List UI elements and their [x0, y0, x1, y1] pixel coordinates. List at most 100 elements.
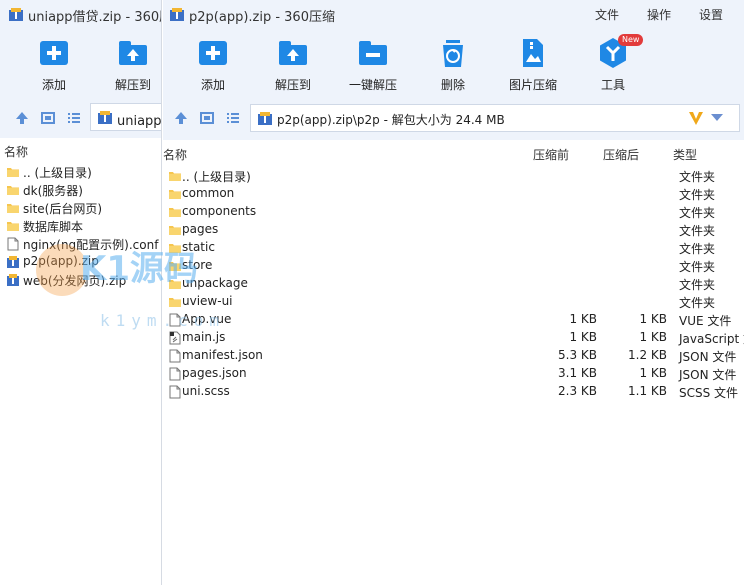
back-file-list: .. (上级目录) dk(服务器) site(后台网页) 数据库脚本 nginx(ng配…	[0, 163, 161, 290]
chevron-down-icon[interactable]	[711, 114, 723, 121]
folder-icon	[6, 165, 20, 182]
back-window-title: uniapp借贷.zip - 360压缩	[28, 10, 161, 25]
one-click-extract-button[interactable]: 一键解压	[338, 36, 408, 96]
back-toolbar: 添加 解压到	[0, 30, 161, 98]
extract-icon	[276, 36, 310, 70]
v-logo-icon[interactable]	[687, 109, 705, 130]
tools-button[interactable]: New 工具	[578, 34, 648, 96]
image-compress-icon	[516, 36, 550, 70]
file-type: 文件夹	[679, 296, 716, 310]
file-type: SCSS 文件	[679, 386, 739, 400]
back-file-name: .. (上级目录)	[23, 166, 92, 180]
back-file-name: site(后台网页)	[23, 202, 103, 216]
file-type: 文件夹	[679, 170, 716, 184]
back-address-bar: uniapp借贷.zip	[0, 98, 162, 138]
file-row[interactable]: uview-ui 文件夹	[163, 293, 744, 311]
up-arrow-icon[interactable]	[173, 110, 189, 126]
add-button[interactable]: 添加	[178, 36, 248, 96]
file-row[interactable]: pages 文件夹	[163, 221, 744, 239]
column-compressed[interactable]: 压缩前	[533, 146, 569, 163]
back-extract-button[interactable]: 解压到	[98, 36, 161, 96]
file-row[interactable]: store 文件夹	[163, 257, 744, 275]
file-row[interactable]: unpackage 文件夹	[163, 275, 744, 293]
column-header: 名称 压缩前 压缩后 类型	[163, 144, 744, 164]
file-name: .. (上级目录)	[182, 170, 251, 184]
delete-button[interactable]: 删除	[418, 36, 488, 96]
file-name: pages	[182, 222, 219, 236]
file-row[interactable]: uni.scss 2.3 KB 1.1 KB SCSS 文件	[163, 383, 744, 401]
compressed-size: 1 KB	[569, 312, 597, 326]
archive-icon	[97, 110, 113, 129]
file-row[interactable]: static 文件夹	[163, 239, 744, 257]
file-icon	[168, 385, 182, 402]
back-file-name: p2p(app).zip	[23, 254, 99, 268]
column-type[interactable]: 类型	[673, 146, 697, 163]
back-list-item[interactable]: site(后台网页)	[0, 199, 161, 217]
extract-button[interactable]: 解压到	[258, 36, 328, 96]
folder-icon	[168, 205, 182, 222]
front-archive-window[interactable]: p2p(app).zip - 360压缩 文件 操作 设置 添加 解压到 一键解…	[163, 0, 744, 585]
list-view-icon[interactable]	[66, 110, 82, 126]
column-original[interactable]: 压缩后	[603, 146, 639, 163]
back-path-field[interactable]: uniapp借贷.zip	[90, 103, 162, 131]
compressed-size: 1 KB	[569, 330, 597, 344]
back-list-item[interactable]: web(分发网页).zip	[0, 271, 161, 290]
menu-operate[interactable]: 操作	[647, 6, 671, 23]
title-bar[interactable]: p2p(app).zip - 360压缩 文件 操作 设置	[163, 0, 744, 30]
back-extract-label: 解压到	[114, 78, 151, 92]
file-type: 文件夹	[679, 188, 716, 202]
compressed-size: 5.3 KB	[558, 348, 597, 362]
file-row[interactable]: App.vue 1 KB 1 KB VUE 文件	[163, 311, 744, 329]
original-size: 1.2 KB	[628, 348, 667, 362]
back-list-item[interactable]: dk(服务器)	[0, 181, 161, 199]
column-name[interactable]: 名称	[163, 146, 187, 163]
back-list-item[interactable]: .. (上级目录)	[0, 163, 161, 182]
file-row[interactable]: .. (上级目录) 文件夹	[163, 167, 744, 185]
back-path-text: uniapp借贷.zip	[117, 114, 162, 129]
file-type: JSON 文件	[679, 368, 737, 382]
file-name: unpackage	[182, 276, 248, 290]
zip-icon	[6, 273, 20, 290]
menu-settings[interactable]: 设置	[699, 6, 723, 23]
archive-icon	[169, 7, 185, 26]
one-click-extract-icon	[356, 36, 390, 70]
back-title-bar[interactable]: uniapp借贷.zip - 360压缩	[0, 0, 161, 30]
menu-file[interactable]: 文件	[595, 6, 619, 23]
extract-label: 解压到	[274, 78, 311, 92]
list-view-icon[interactable]	[225, 110, 241, 126]
path-field[interactable]: p2p(app).zip\p2p - 解包大小为 24.4 MB	[250, 104, 740, 132]
back-list-item[interactable]: nginx(ng配置示例).conf	[0, 235, 161, 253]
file-name: static	[182, 240, 215, 254]
window-title: p2p(app).zip - 360压缩	[189, 10, 335, 25]
file-row[interactable]: manifest.json 5.3 KB 1.2 KB JSON 文件	[163, 347, 744, 365]
back-archive-window[interactable]: uniapp借贷.zip - 360压缩 添加 解压到	[0, 0, 162, 585]
back-column-header[interactable]: 名称	[0, 142, 161, 160]
file-name: components	[182, 204, 257, 218]
folder-icon	[168, 169, 182, 186]
address-bar: p2p(app).zip\p2p - 解包大小为 24.4 MB	[163, 98, 744, 140]
back-list-item[interactable]: p2p(app).zip	[0, 253, 161, 271]
toolbar: 添加 解压到 一键解压 删除 图片压缩 New 工具	[163, 30, 744, 98]
add-icon	[196, 36, 230, 70]
file-type: JSON 文件	[679, 350, 737, 364]
file-row[interactable]: components 文件夹	[163, 203, 744, 221]
thumbnail-view-icon[interactable]	[40, 110, 56, 126]
back-add-button[interactable]: 添加	[19, 36, 89, 96]
file-row[interactable]: common 文件夹	[163, 185, 744, 203]
folder-icon	[168, 295, 182, 312]
back-list-item[interactable]: 数据库脚本	[0, 217, 161, 235]
back-file-name: nginx(ng配置示例).conf	[23, 238, 159, 252]
back-add-label: 添加	[41, 78, 66, 92]
image-compress-label: 图片压缩	[508, 78, 557, 92]
file-name: manifest.json	[182, 348, 263, 362]
file-row[interactable]: main.js 1 KB 1 KB JavaScript 文件	[163, 329, 744, 347]
thumbnail-view-icon[interactable]	[199, 110, 215, 126]
image-compress-button[interactable]: 图片压缩	[498, 36, 568, 96]
original-size: 1 KB	[639, 366, 667, 380]
up-arrow-icon[interactable]	[14, 110, 30, 126]
archive-icon	[257, 111, 273, 130]
file-icon	[168, 349, 182, 366]
file-icon	[168, 367, 182, 384]
file-row[interactable]: pages.json 3.1 KB 1 KB JSON 文件	[163, 365, 744, 383]
file-icon	[168, 313, 182, 330]
